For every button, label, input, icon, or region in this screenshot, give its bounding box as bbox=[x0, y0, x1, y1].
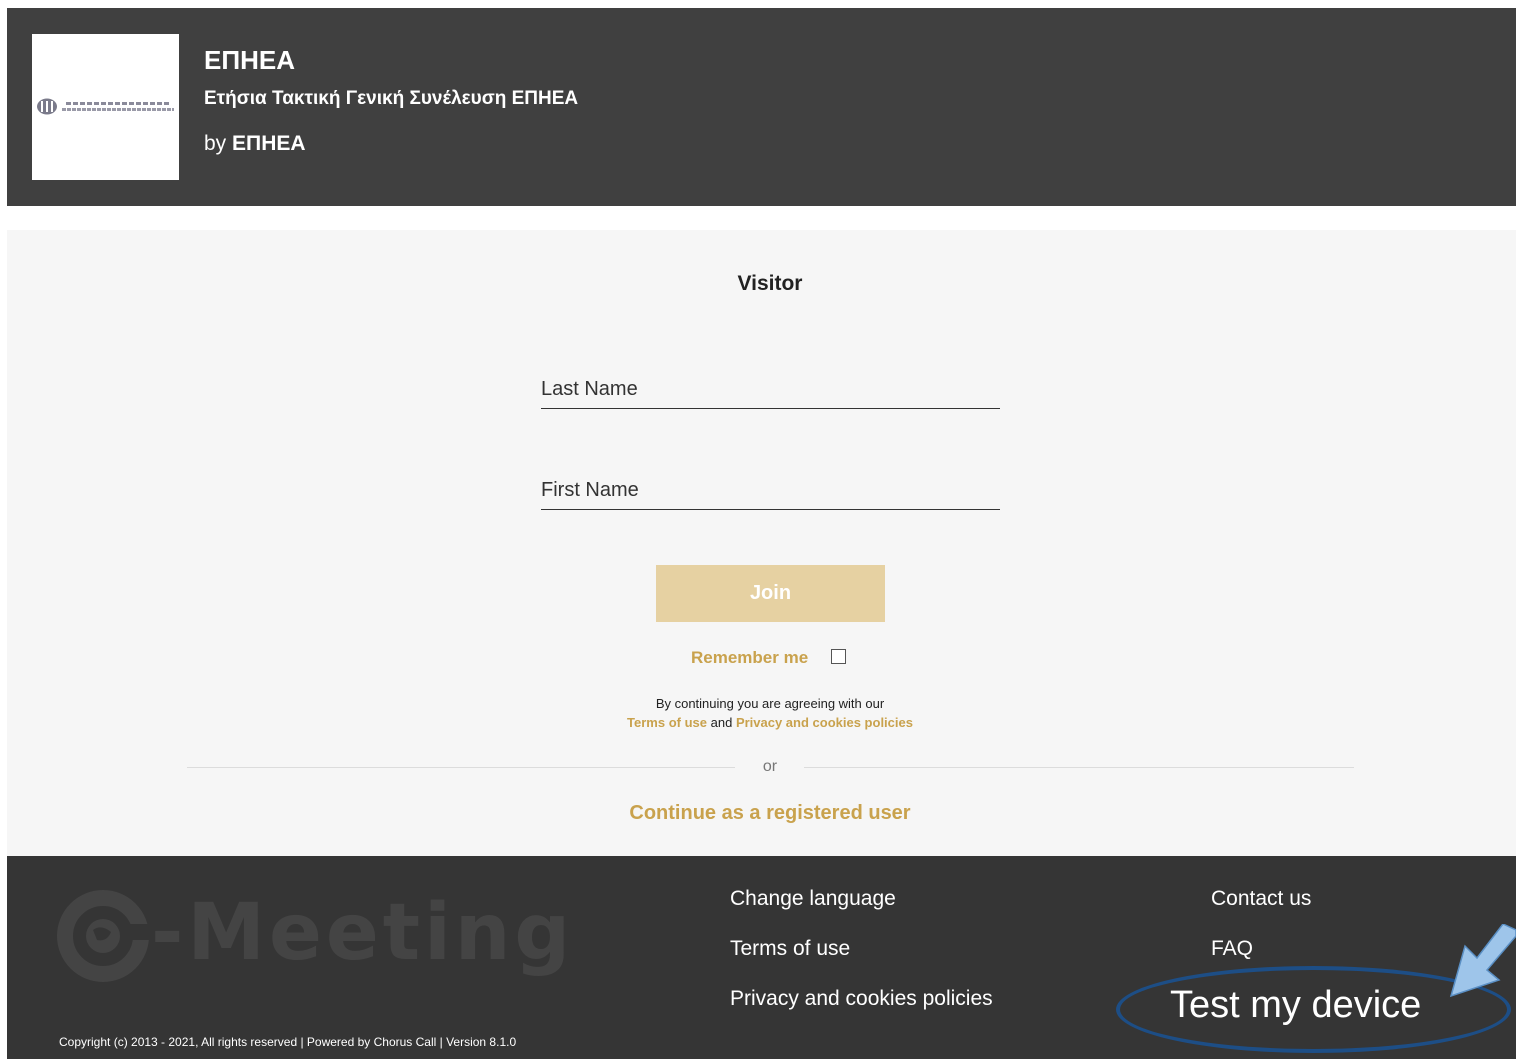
first-name-input[interactable] bbox=[541, 471, 1000, 510]
or-separator: or bbox=[762, 758, 778, 775]
form-title: Visitor bbox=[737, 272, 803, 295]
divider-left bbox=[187, 767, 735, 768]
divider-right bbox=[804, 767, 1354, 768]
privacy-policies-link[interactable]: Privacy and cookies policies bbox=[730, 987, 993, 1011]
faq-link[interactable]: FAQ bbox=[1211, 937, 1253, 961]
by-prefix: by bbox=[204, 132, 227, 155]
by-line: by ΕΠΗΕΑ bbox=[204, 132, 306, 156]
join-button[interactable]: Join bbox=[656, 565, 885, 622]
org-logo bbox=[32, 34, 179, 180]
remember-me-checkbox[interactable] bbox=[831, 649, 846, 664]
terms-of-use-link[interactable]: Terms of use bbox=[730, 937, 850, 961]
test-my-device-link[interactable]: Test my device bbox=[1170, 984, 1421, 1027]
terms-link[interactable]: Terms of use bbox=[627, 715, 707, 730]
arrow-icon bbox=[1449, 924, 1516, 998]
by-org: ΕΠΗΕΑ bbox=[232, 132, 306, 155]
copyright-text: Copyright (c) 2013 - 2021, All rights re… bbox=[59, 1035, 517, 1049]
org-name: ΕΠΗΕΑ bbox=[204, 45, 296, 75]
org-emblem-icon bbox=[37, 98, 57, 115]
change-language-link[interactable]: Change language bbox=[730, 887, 896, 911]
visitor-login-panel: Visitor Join Remember me By continuing y… bbox=[7, 230, 1516, 856]
agreement-links: Terms of use and Privacy and cookies pol… bbox=[7, 715, 1516, 730]
event-title: Ετήσια Τακτική Γενική Συνέλευση ΕΠΗΕΑ bbox=[204, 88, 579, 109]
continue-registered-link[interactable]: Continue as a registered user bbox=[7, 802, 1516, 825]
agreement-text: By continuing you are agreeing with our bbox=[655, 696, 885, 711]
org-logo-text bbox=[62, 100, 174, 114]
brand-name: -Meeting bbox=[151, 888, 575, 978]
remember-me-label[interactable]: Remember me bbox=[691, 648, 808, 668]
last-name-input[interactable] bbox=[541, 370, 1000, 409]
globe-e-icon bbox=[57, 890, 149, 982]
and-text: and bbox=[710, 715, 733, 730]
event-header: ΕΠΗΕΑ Ετήσια Τακτική Γενική Συνέλευση ΕΠ… bbox=[7, 8, 1516, 206]
privacy-link[interactable]: Privacy and cookies policies bbox=[736, 715, 913, 730]
footer: -Meeting Change language Terms of use Pr… bbox=[7, 856, 1516, 1059]
contact-us-link[interactable]: Contact us bbox=[1211, 887, 1311, 911]
